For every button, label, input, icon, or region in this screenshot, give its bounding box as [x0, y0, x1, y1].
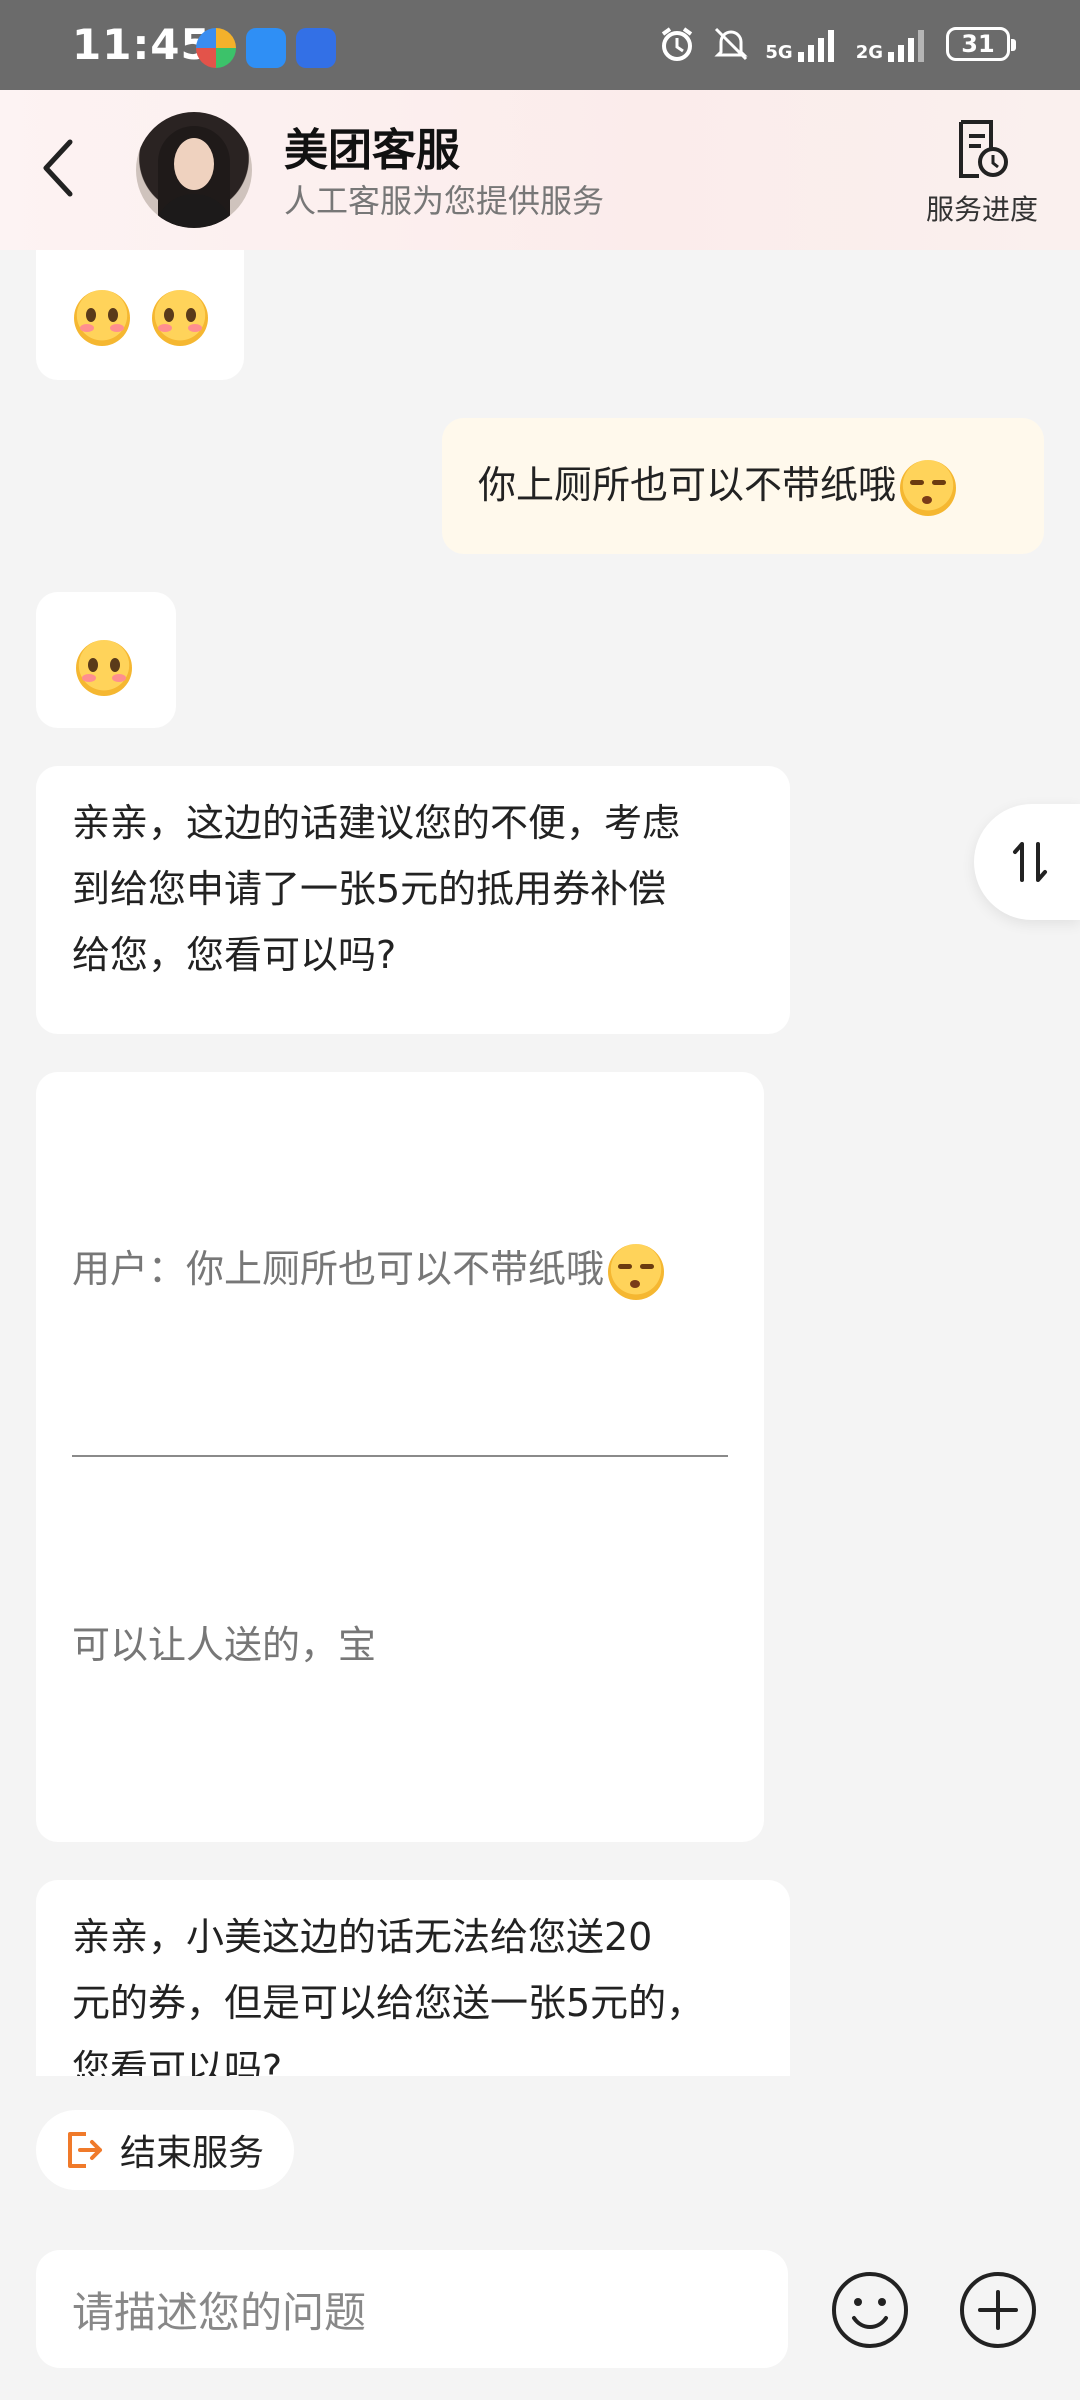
agent-message-line: 元的券，但是可以给您送一张5元的， — [72, 1981, 705, 2025]
agent-reply-text: 可以让人送的，宝 — [72, 1623, 377, 1667]
status-time: 11:45 — [72, 20, 211, 69]
battery-indicator: 31 — [946, 27, 1016, 61]
mute-icon — [711, 24, 751, 64]
signal-2g: 2G — [856, 26, 932, 62]
scroll-toggle-button[interactable] — [974, 804, 1080, 920]
service-progress-label: 服务进度 — [925, 193, 1038, 226]
agent-message-line: 亲亲，这边的话建议您的不便，考虑 — [72, 801, 681, 845]
message-input[interactable]: 请描述您的问题 — [36, 2250, 788, 2368]
agent-message-line: 到给您申请了一张5元的抵用券补偿 — [72, 867, 667, 911]
service-progress-button[interactable]: 服务进度 — [920, 118, 1044, 228]
chevron-left-icon — [43, 139, 73, 197]
smirk-emoji-icon — [900, 459, 957, 516]
page-subtitle: 人工客服为您提供服务 — [284, 182, 605, 220]
alarm-icon — [657, 24, 697, 64]
planet-notification-icon — [296, 28, 336, 68]
quoted-user-message: 用户：你上厕所也可以不带纸哦 — [72, 1236, 665, 1302]
blush-emoji-icon — [74, 289, 130, 346]
blush-emoji-icon — [152, 289, 209, 346]
sort-arrows-icon — [1013, 842, 1047, 882]
agent-message-bubble: 亲亲，小美这边的话无法给您送20 元的券，但是可以给您送一张5元的， 您看可以吗… — [36, 1880, 790, 2076]
message-input-placeholder: 请描述您的问题 — [72, 2287, 367, 2337]
user-message-bubble: 你上厕所也可以不带纸哦 — [442, 418, 1044, 554]
agent-quote-bubble: 用户：你上厕所也可以不带纸哦 可以让人送的，宝 — [36, 1072, 764, 1842]
quote-divider — [72, 1455, 728, 1457]
chat-header: 美团客服 人工客服为您提供服务 服务进度 — [0, 90, 1080, 250]
blush-emoji-icon — [76, 639, 132, 696]
agent-message-line: 您看可以吗? — [72, 2047, 283, 2076]
app-notification-icon — [196, 28, 236, 68]
end-service-label: 结束服务 — [120, 2133, 265, 2174]
smirk-emoji-icon — [608, 1243, 665, 1300]
document-clock-icon — [959, 120, 1008, 178]
smiley-icon — [832, 2272, 908, 2348]
notification-icons — [196, 28, 336, 68]
page-title: 美团客服 — [284, 125, 460, 176]
user-message-text: 你上厕所也可以不带纸哦 — [478, 463, 897, 507]
agent-emoji-bubble — [36, 592, 176, 728]
status-bar: 11:45 5G 2G 31 — [0, 0, 1080, 90]
exit-icon — [68, 2132, 102, 2168]
back-button[interactable] — [34, 132, 90, 204]
agent-message-line: 亲亲，小美这边的话无法给您送20 — [72, 1915, 653, 1959]
agent-emoji-bubble — [36, 250, 244, 380]
more-actions-button[interactable] — [958, 2270, 1038, 2354]
signal-5g: 5G — [765, 26, 841, 62]
emoji-button[interactable] — [830, 2270, 910, 2354]
agent-message-line: 给您，您看可以吗? — [72, 933, 397, 977]
browser-notification-icon — [246, 28, 286, 68]
chat-area[interactable]: 你上厕所也可以不带纸哦 亲亲，这边的话建议您的不便，考虑 到给您申请了一张5元的… — [0, 250, 1080, 2076]
agent-message-bubble: 亲亲，这边的话建议您的不便，考虑 到给您申请了一张5元的抵用券补偿 给您，您看可… — [36, 766, 790, 1034]
end-service-button[interactable]: 结束服务 — [36, 2110, 295, 2190]
agent-avatar[interactable] — [136, 112, 252, 228]
plus-icon — [960, 2272, 1036, 2348]
